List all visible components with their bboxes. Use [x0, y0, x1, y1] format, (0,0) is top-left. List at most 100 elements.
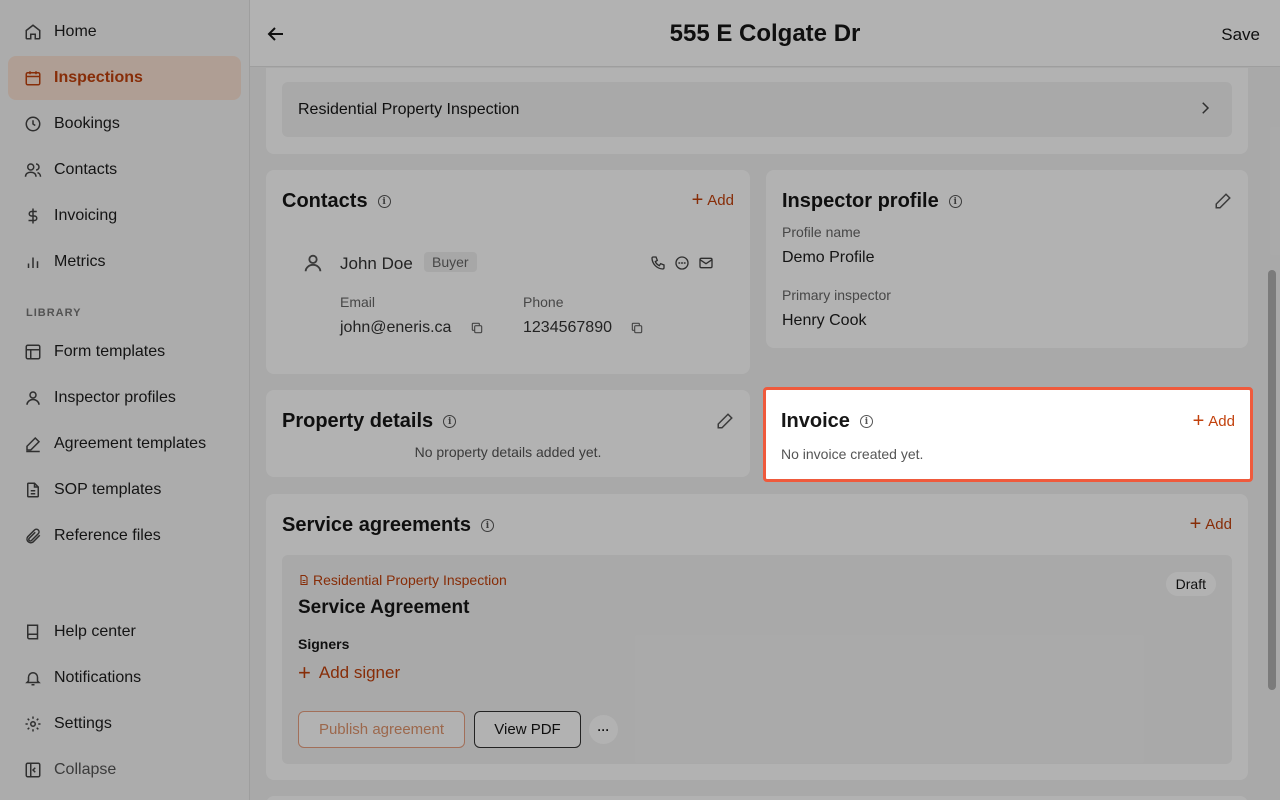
- sidebar-item-label: Contacts: [54, 161, 118, 178]
- service-agreements-title-text: Service agreements: [282, 514, 472, 536]
- sidebar-item-label: Inspector profiles: [54, 389, 176, 406]
- sidebar-item-collapse[interactable]: Collapse: [8, 748, 241, 792]
- invoice-card: Invoice i + Add No invoice created yet.: [763, 387, 1253, 482]
- sidebar-item-settings[interactable]: Settings: [8, 702, 241, 746]
- sidebar-item-help-center[interactable]: Help center: [8, 610, 241, 654]
- more-options-button[interactable]: ···: [589, 715, 618, 744]
- user-icon: [24, 389, 42, 407]
- profile-name-label: Profile name: [782, 224, 861, 240]
- inspector-profile-title-text: Inspector profile: [782, 190, 939, 212]
- pencil-icon[interactable]: [716, 412, 734, 430]
- publish-agreement-button[interactable]: Publish agreement: [298, 711, 465, 748]
- bar-chart-icon: [24, 253, 42, 271]
- clock-icon: [24, 115, 42, 133]
- pencil-icon[interactable]: [1214, 192, 1232, 210]
- sidebar: Home Inspections Bookings Contacts Invoi…: [0, 0, 250, 800]
- contacts-title: Contacts i: [282, 190, 391, 213]
- sidebar-item-invoicing[interactable]: Invoicing: [8, 194, 241, 238]
- add-agreement-button[interactable]: + Add: [1190, 514, 1232, 534]
- sidebar-item-label: Agreement templates: [54, 435, 207, 452]
- info-icon[interactable]: i: [377, 195, 391, 208]
- profile-name-value: Demo Profile: [782, 249, 875, 266]
- sidebar-item-label: Invoicing: [54, 207, 118, 224]
- add-signer-button[interactable]: + Add signer: [298, 662, 400, 684]
- signature-icon: [24, 435, 42, 453]
- add-agreement-label: Add: [1205, 515, 1232, 533]
- signers-label: Signers: [298, 636, 350, 652]
- copy-icon[interactable]: [470, 321, 484, 335]
- info-icon[interactable]: i: [443, 415, 457, 428]
- invoice-title: Invoice i: [781, 410, 873, 433]
- agreement-item: Residential Property Inspection Draft Se…: [282, 555, 1232, 764]
- gear-icon: [24, 715, 42, 733]
- service-agreements-card: Service agreements i + Add Residential Pro…: [266, 494, 1248, 780]
- home-icon: [24, 23, 42, 41]
- contact-phone: 1234567890: [523, 319, 612, 336]
- info-icon[interactable]: i: [948, 195, 962, 208]
- message-icon[interactable]: [674, 255, 690, 271]
- layout-icon: [24, 343, 42, 361]
- sidebar-item-bookings[interactable]: Bookings: [8, 102, 241, 146]
- sidebar-item-inspections[interactable]: Inspections: [8, 56, 241, 100]
- info-icon[interactable]: i: [859, 415, 873, 428]
- contact-name: John Doe: [340, 254, 413, 273]
- sidebar-item-label: Collapse: [54, 761, 117, 778]
- invoice-title-text: Invoice: [781, 410, 850, 432]
- template-row[interactable]: Residential Property Inspection: [282, 82, 1232, 137]
- contacts-card: Contacts i + Add John Doe Buyer Email john…: [266, 170, 750, 374]
- property-details-title: Property details i: [282, 410, 457, 433]
- sidebar-collapse-icon: [24, 761, 42, 779]
- sidebar-item-form-templates[interactable]: Form templates: [8, 330, 241, 374]
- sidebar-item-agreement-templates[interactable]: Agreement templates: [8, 422, 241, 466]
- invoice-empty: No invoice created yet.: [781, 446, 924, 462]
- sidebar-item-label: Reference files: [54, 527, 161, 544]
- inspector-profile-card: Inspector profile i Profile name Demo Pro…: [766, 170, 1248, 348]
- service-agreements-title: Service agreements i: [282, 514, 495, 537]
- view-pdf-button[interactable]: View PDF: [474, 711, 581, 748]
- sidebar-item-contacts[interactable]: Contacts: [8, 148, 241, 192]
- add-contact-button[interactable]: + Add: [692, 190, 734, 210]
- template-label: Residential Property Inspection: [298, 100, 520, 118]
- dollar-icon: [24, 207, 42, 225]
- contact-email: john@eneris.ca: [340, 319, 452, 336]
- sidebar-item-home[interactable]: Home: [8, 10, 241, 54]
- mail-icon[interactable]: [698, 255, 714, 271]
- book-icon: [24, 623, 42, 641]
- save-button[interactable]: Save: [1221, 25, 1260, 45]
- primary-inspector-label: Primary inspector: [782, 287, 891, 303]
- sidebar-item-label: Form templates: [54, 343, 166, 360]
- scrollbar[interactable]: [1268, 270, 1276, 690]
- sidebar-item-inspector-profiles[interactable]: Inspector profiles: [8, 376, 241, 420]
- agreement-template-label: Residential Property Inspection: [313, 572, 507, 588]
- add-invoice-button[interactable]: + Add: [1193, 411, 1235, 431]
- person-icon: [302, 252, 324, 274]
- file-icon: [24, 481, 42, 499]
- copy-icon[interactable]: [630, 321, 644, 335]
- sidebar-item-sop-templates[interactable]: SOP templates: [8, 468, 241, 512]
- plus-icon: +: [691, 189, 704, 211]
- property-details-title-text: Property details: [282, 410, 434, 432]
- property-details-empty: No property details added yet.: [414, 444, 602, 460]
- phone-icon[interactable]: [650, 255, 666, 271]
- top-bar: 555 E Colgate Dr Save: [250, 0, 1280, 67]
- sidebar-item-label: Notifications: [54, 669, 142, 686]
- plus-icon: +: [298, 660, 311, 685]
- status-badge: Draft: [1165, 572, 1216, 596]
- contacts-title-text: Contacts: [282, 190, 368, 212]
- info-icon[interactable]: i: [481, 519, 495, 532]
- sidebar-item-label: Inspections: [54, 69, 143, 86]
- property-details-card: Property details i No property details ad…: [266, 390, 750, 477]
- sidebar-item-metrics[interactable]: Metrics: [8, 240, 241, 284]
- sidebar-item-label: SOP templates: [54, 481, 162, 498]
- sidebar-item-reference-files[interactable]: Reference files: [8, 514, 241, 558]
- chevron-right-icon: [1196, 99, 1214, 117]
- users-icon: [24, 161, 42, 179]
- sidebar-item-notifications[interactable]: Notifications: [8, 656, 241, 700]
- document-icon: [298, 574, 310, 586]
- phone-label: Phone: [523, 294, 564, 310]
- add-contact-label: Add: [707, 191, 734, 209]
- plus-icon: +: [1192, 410, 1205, 432]
- inspection-template-card: Residential Property Inspection: [266, 68, 1248, 154]
- agreement-template-link[interactable]: Residential Property Inspection: [298, 572, 507, 588]
- sidebar-item-label: Metrics: [54, 253, 106, 270]
